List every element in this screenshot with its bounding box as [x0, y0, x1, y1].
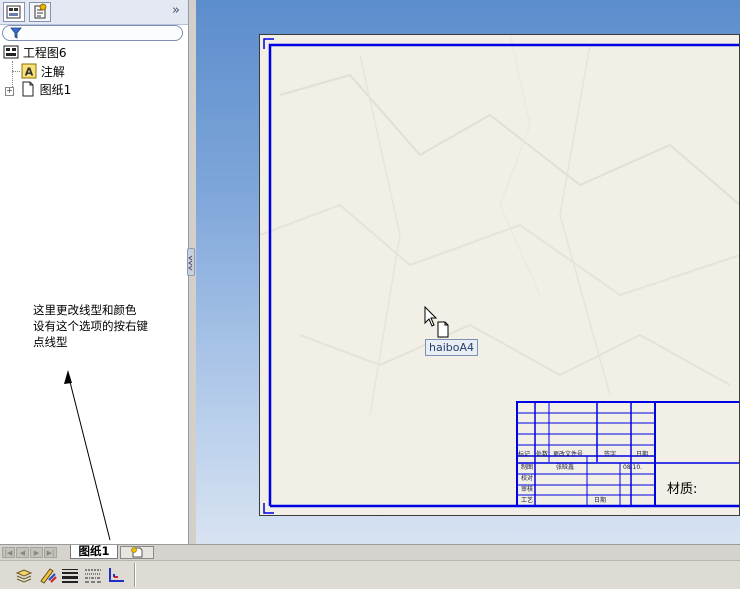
line-format-button[interactable] [106, 565, 126, 585]
tb-label: 签字 [604, 451, 617, 458]
line-style-icon [85, 569, 101, 583]
layer-button[interactable] [14, 565, 34, 585]
tb-name: 工艺 [521, 497, 534, 504]
toolbar-separator [134, 563, 136, 587]
next-sheet-button[interactable]: ▶ [30, 547, 43, 558]
mouse-pointer-icon [424, 306, 449, 338]
tb-name: 校对 [521, 475, 534, 482]
line-format-toolbar [0, 560, 740, 589]
collapse-arrows-icon [188, 255, 193, 271]
line-color-icon [40, 568, 57, 584]
title-block-text: 标记 处数 更改文件号 签字 日期 制图 张晗鑫 08.10. 校对 审核 工艺… [516, 401, 656, 507]
panel-splitter-handle[interactable] [187, 248, 195, 276]
drawing-sheet[interactable]: 标记 处数 更改文件号 签字 日期 制图 张晗鑫 08.10. 校对 审核 工艺… [259, 34, 740, 516]
sheet-tab-bar: |◀ ◀ ▶ ▶| 图纸1 [0, 544, 740, 560]
line-thickness-icon [62, 569, 78, 583]
feature-manager-panel: » 工程图6 A 注解 + 图纸1 这里更改线型和颜色 设有这个选项的按右键 点… [0, 0, 189, 544]
tb-drafter: 张晗鑫 [556, 464, 575, 471]
line-thickness-button[interactable] [60, 565, 80, 585]
last-sheet-button[interactable]: ▶| [44, 547, 57, 558]
tb-label: 处数 [536, 451, 549, 458]
material-label: 材质: [667, 482, 698, 497]
note-arrow [64, 370, 111, 541]
tb-label: 标记 [518, 451, 531, 458]
tb-date: 08.10. [623, 464, 643, 471]
tb-label: 更改文件号 [553, 451, 584, 458]
line-format-icon [109, 568, 124, 582]
line-color-button[interactable] [38, 565, 58, 585]
tb-name: 审核 [521, 486, 534, 493]
line-style-button[interactable] [83, 565, 103, 585]
graphics-area[interactable]: 标记 处数 更改文件号 签字 日期 制图 张晗鑫 08.10. 校对 审核 工艺… [196, 0, 740, 544]
add-sheet-icon [131, 547, 143, 558]
tb-date-short: 日期 [594, 497, 607, 504]
prev-sheet-button[interactable]: ◀ [16, 547, 29, 558]
sheet-tab-active[interactable]: 图纸1 [70, 545, 118, 559]
layer-icon [15, 569, 33, 583]
tb-label: 日期 [636, 451, 649, 458]
tb-name: 制图 [521, 464, 534, 471]
first-sheet-button[interactable]: |◀ [2, 547, 15, 558]
drag-tooltip: haiboA4 [425, 339, 479, 356]
add-sheet-button[interactable] [120, 546, 154, 559]
